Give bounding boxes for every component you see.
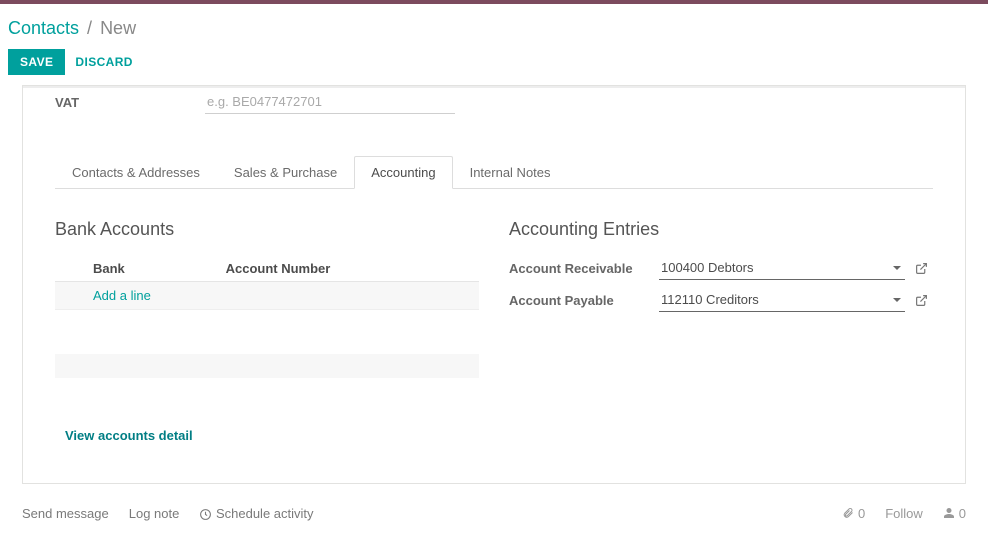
action-bar: SAVE DISCARD [8,49,980,85]
external-link-icon[interactable] [915,294,933,307]
tabs: Contacts & Addresses Sales & Purchase Ac… [55,156,933,189]
header: Contacts / New SAVE DISCARD [0,4,988,85]
followers-count[interactable]: 0 [943,506,966,521]
discard-button[interactable]: DISCARD [75,55,132,69]
account-receivable-select[interactable]: 100400 Debtors [659,256,905,280]
add-line-link[interactable]: Add a line [93,288,151,303]
log-note-link[interactable]: Log note [129,506,180,521]
clock-icon [199,508,212,521]
breadcrumb-current: New [100,18,136,39]
chatter-bar: Send message Log note Schedule activity … [8,484,980,535]
account-payable-select[interactable]: 112110 Creditors [659,288,905,312]
table-row-add: Add a line [55,282,479,310]
user-icon [943,507,955,519]
tab-internal-notes[interactable]: Internal Notes [453,156,568,189]
save-button[interactable]: SAVE [8,49,65,75]
bank-accounts-section: Bank Accounts Bank Account Number Add a … [55,219,479,443]
bank-accounts-title: Bank Accounts [55,219,479,240]
vat-input[interactable] [205,90,455,114]
attachments-count[interactable]: 0 [842,506,865,521]
attachments-count-value: 0 [858,506,865,521]
tab-sales-purchase[interactable]: Sales & Purchase [217,156,354,189]
breadcrumb-root-link[interactable]: Contacts [8,18,79,39]
external-link-icon[interactable] [915,262,933,275]
breadcrumb-separator: / [87,18,92,39]
form-sheet: VAT Contacts & Addresses Sales & Purchas… [22,85,966,484]
tab-panel-accounting: Bank Accounts Bank Account Number Add a … [55,189,933,443]
send-message-link[interactable]: Send message [22,506,109,521]
bank-col-account-number: Account Number [224,256,479,282]
paperclip-icon [842,507,854,519]
follow-button[interactable]: Follow [885,506,923,521]
account-receivable-row: Account Receivable 100400 Debtors [509,256,933,280]
account-receivable-label: Account Receivable [509,261,659,276]
tab-accounting[interactable]: Accounting [354,156,452,189]
schedule-activity-label: Schedule activity [216,506,314,521]
accounting-entries-section: Accounting Entries Account Receivable 10… [509,219,933,443]
schedule-activity-link[interactable]: Schedule activity [199,506,313,521]
vat-label: VAT [55,95,205,110]
bank-accounts-table: Bank Account Number Add a line [55,256,479,378]
followers-count-value: 0 [959,506,966,521]
breadcrumb: Contacts / New [8,12,980,49]
account-payable-label: Account Payable [509,293,659,308]
view-accounts-detail-link[interactable]: View accounts detail [65,428,479,443]
table-footer [55,354,479,378]
vat-field-row: VAT [55,86,933,124]
bank-col-bank: Bank [55,256,224,282]
tab-contacts-addresses[interactable]: Contacts & Addresses [55,156,217,189]
table-spacer [55,310,479,354]
account-payable-row: Account Payable 112110 Creditors [509,288,933,312]
accounting-entries-title: Accounting Entries [509,219,933,240]
